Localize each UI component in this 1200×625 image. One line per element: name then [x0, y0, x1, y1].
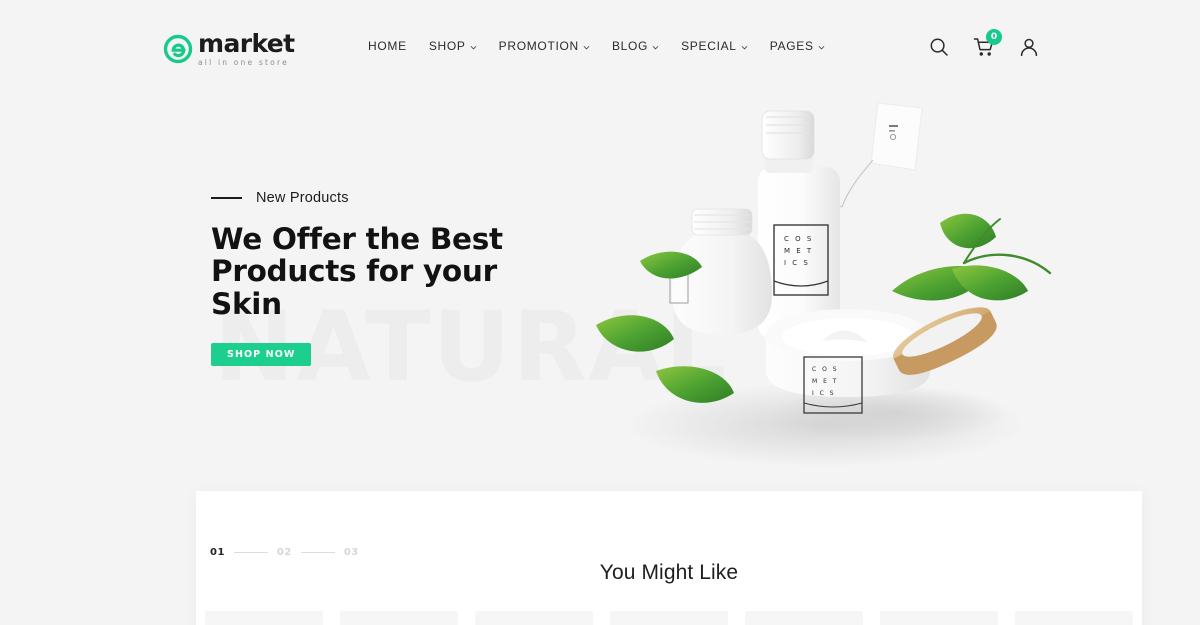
product-card[interactable] — [880, 611, 998, 625]
logo-word: market — [198, 29, 295, 58]
shop-now-button[interactable]: SHOP NOW — [211, 343, 312, 367]
svg-text:C O S: C O S — [784, 235, 813, 243]
hero-title: We Offer the Best Products for your Skin — [211, 222, 503, 321]
hero-copy: New Products We Offer the Best Products … — [211, 190, 541, 367]
logo-text: market all in one store — [198, 31, 295, 67]
chevron-down-icon — [652, 44, 659, 51]
logo-tagline: all in one store — [198, 58, 289, 67]
svg-text:C O S: C O S — [812, 366, 839, 373]
main-navigation: HOME SHOP PROMOTION BLOG SPECIAL PAGES — [368, 39, 825, 53]
chevron-down-icon — [470, 44, 477, 51]
svg-text:I C S: I C S — [784, 259, 810, 267]
slide-separator — [300, 552, 335, 553]
product-card[interactable] — [205, 611, 323, 625]
svg-text:M E T: M E T — [784, 247, 813, 255]
nav-item-blog[interactable]: BLOG — [612, 39, 659, 53]
nav-label: PROMOTION — [498, 39, 579, 53]
nav-label: SPECIAL — [681, 39, 737, 53]
e-circle-logo-icon — [163, 34, 193, 64]
slider-pagination: 01 02 03 — [210, 547, 359, 558]
site-header: market all in one store HOME SHOP PROMOT… — [0, 0, 1200, 95]
product-carousel — [196, 611, 1142, 625]
hero-eyebrow: New Products — [211, 190, 541, 206]
you-might-like-section: You Might Like — [196, 491, 1142, 625]
nav-label: HOME — [368, 39, 407, 53]
chevron-down-icon — [818, 44, 825, 51]
slide-indicator-02[interactable]: 02 — [277, 547, 292, 558]
nav-label: BLOG — [611, 39, 649, 53]
slide-separator — [233, 552, 268, 553]
shopping-cart-icon[interactable]: 0 — [973, 29, 1002, 58]
product-card[interactable] — [745, 611, 863, 625]
nav-label: SHOP — [428, 39, 466, 53]
nav-item-pages[interactable]: PAGES — [770, 39, 825, 53]
hero-product-image: C O S M E T I C S C O S M E T I C S — [560, 95, 1080, 475]
nav-item-shop[interactable]: SHOP — [429, 39, 477, 53]
nav-item-home[interactable]: HOME — [368, 39, 407, 53]
chevron-down-icon — [741, 44, 748, 51]
product-card[interactable] — [475, 611, 593, 625]
search-icon[interactable] — [928, 36, 950, 58]
slide-indicator-01[interactable]: 01 — [210, 547, 225, 558]
product-card[interactable] — [610, 611, 728, 625]
svg-text:M E T: M E T — [812, 378, 838, 385]
cart-count-badge: 0 — [986, 29, 1002, 45]
site-logo[interactable]: market all in one store — [163, 31, 295, 67]
section-title: You Might Like — [599, 561, 739, 584]
product-card[interactable] — [1015, 611, 1133, 625]
chevron-down-icon — [583, 44, 590, 51]
header-actions: 0 — [928, 29, 1040, 58]
slide-indicator-03[interactable]: 03 — [344, 547, 359, 558]
nav-item-special[interactable]: SPECIAL — [681, 39, 748, 53]
page-root: market all in one store HOME SHOP PROMOT… — [0, 0, 1200, 625]
nav-label: PAGES — [769, 39, 814, 53]
product-card[interactable] — [340, 611, 458, 625]
user-account-icon[interactable] — [1018, 36, 1040, 58]
nav-item-promotion[interactable]: PROMOTION — [499, 39, 590, 53]
eyebrow-dash — [211, 197, 242, 199]
hero-eyebrow-text: New Products — [256, 190, 349, 206]
hero-slider: NATURAL C O S M E T I C S C O S M E T I … — [0, 95, 1200, 558]
svg-text:I C S: I C S — [812, 390, 836, 397]
